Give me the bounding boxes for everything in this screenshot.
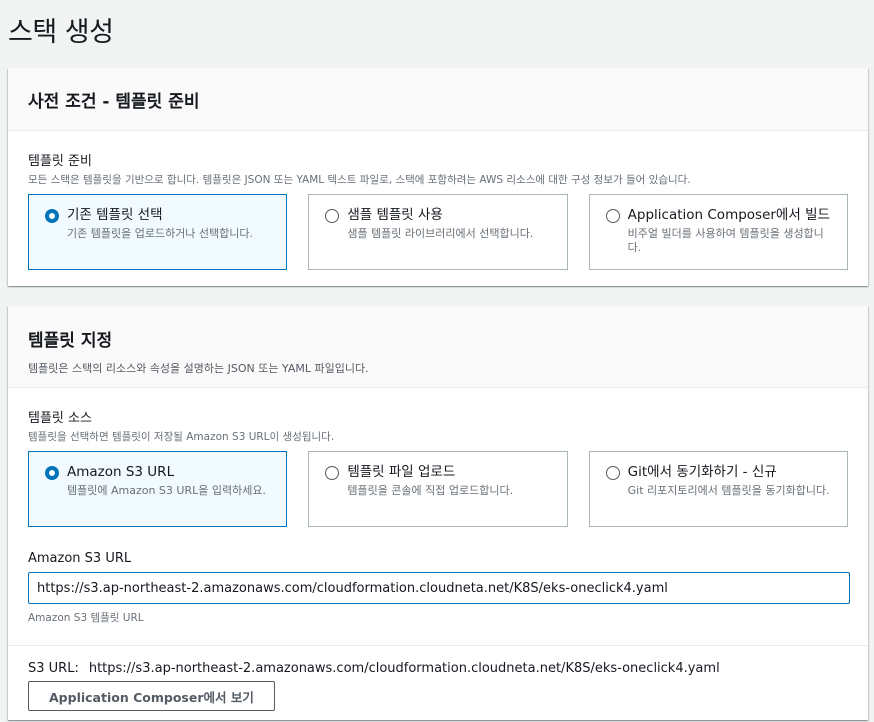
radio-unselected-icon[interactable]: [325, 466, 340, 480]
specify-template-header: 템플릿 지정 템플릿은 스택의 리소스와 속성을 설명하는 JSON 또는 YA…: [8, 306, 868, 388]
option-sample-template[interactable]: 샘플 템플릿 사용 샘플 템플릿 라이브러리에서 선택합니다.: [308, 194, 568, 270]
prepare-template-label: 템플릿 준비: [28, 154, 92, 169]
option-title: 템플릿 파일 업로드: [347, 464, 456, 480]
option-sync-from-git[interactable]: Git에서 동기화하기 - 신규 Git 리포지토리에서 템플릿을 동기화합니다…: [588, 451, 848, 527]
option-description: 기존 템플릿을 업로드하거나 선택합니다.: [67, 227, 254, 240]
radio-unselected-icon[interactable]: [325, 209, 340, 223]
s3-url-field-label: Amazon S3 URL: [28, 551, 132, 566]
option-description: 템플릿에 Amazon S3 URL을 입력하세요.: [67, 484, 266, 497]
template-source-options: Amazon S3 URL 템플릿에 Amazon S3 URL을 입력하세요.…: [28, 451, 848, 527]
s3-url-summary: S3 URL: https://s3.ap-northeast-2.amazon…: [8, 646, 868, 711]
prerequisite-title: 사전 조건 - 템플릿 준비: [28, 91, 200, 112]
option-title: Application Composer에서 빌드: [627, 207, 830, 223]
option-existing-template[interactable]: 기존 템플릿 선택 기존 템플릿을 업로드하거나 선택합니다.: [28, 194, 288, 270]
option-amazon-s3-url[interactable]: Amazon S3 URL 템플릿에 Amazon S3 URL을 입력하세요.: [28, 451, 288, 527]
option-application-composer[interactable]: Application Composer에서 빌드 비주얼 빌더를 사용하여 템…: [588, 194, 848, 270]
option-title: Amazon S3 URL: [67, 464, 175, 480]
s3-url-summary-label: S3 URL:: [28, 661, 79, 676]
radio-unselected-icon[interactable]: [605, 209, 620, 223]
option-title: 기존 템플릿 선택: [67, 207, 163, 223]
radio-selected-icon[interactable]: [45, 209, 59, 223]
specify-template-panel: 템플릿 지정 템플릿은 스택의 리소스와 속성을 설명하는 JSON 또는 YA…: [8, 306, 868, 720]
template-source-label: 템플릿 소스: [28, 411, 92, 426]
option-description: 샘플 템플릿 라이브러리에서 선택합니다.: [347, 227, 534, 240]
prerequisite-panel: 사전 조건 - 템플릿 준비 템플릿 준비 모든 스택은 템플릿을 기반으로 합…: [8, 68, 868, 286]
view-in-application-composer-button[interactable]: Application Composer에서 보기: [28, 681, 275, 711]
s3-url-hint: Amazon S3 템플릿 URL: [28, 612, 144, 624]
s3-url-summary-value: https://s3.ap-northeast-2.amazonaws.com/…: [88, 661, 720, 676]
template-source-description: 템플릿을 선택하면 템플릿이 저장될 Amazon S3 URL이 생성됩니다.: [28, 431, 335, 443]
option-title: 샘플 템플릿 사용: [347, 207, 443, 223]
specify-template-description: 템플릿은 스택의 리소스와 속성을 설명하는 JSON 또는 YAML 파일입니…: [28, 362, 369, 375]
option-description: 템플릿을 콘솔에 직접 업로드합니다.: [347, 484, 514, 497]
s3-url-input[interactable]: [28, 572, 850, 604]
radio-unselected-icon[interactable]: [605, 466, 620, 480]
prepare-template-description: 모든 스택은 템플릿을 기반으로 합니다. 템플릿은 JSON 또는 YAML …: [28, 174, 691, 186]
specify-template-title: 템플릿 지정: [28, 331, 113, 351]
page-title: 스택 생성: [8, 17, 114, 48]
option-title: Git에서 동기화하기 - 신규: [627, 464, 777, 480]
option-description: Git 리포지토리에서 템플릿을 동기화합니다.: [627, 484, 830, 497]
radio-selected-icon[interactable]: [45, 466, 59, 480]
prepare-template-options: 기존 템플릿 선택 기존 템플릿을 업로드하거나 선택합니다. 샘플 템플릿 사…: [28, 194, 848, 270]
prerequisite-body: 템플릿 준비 모든 스택은 템플릿을 기반으로 합니다. 템플릿은 JSON 또…: [8, 131, 868, 270]
prerequisite-header: 사전 조건 - 템플릿 준비: [8, 68, 868, 131]
option-upload-template-file[interactable]: 템플릿 파일 업로드 템플릿을 콘솔에 직접 업로드합니다.: [308, 451, 568, 527]
option-description: 비주얼 빌더를 사용하여 템플릿을 생성합니다.: [627, 227, 824, 254]
specify-template-body: 템플릿 소스 템플릿을 선택하면 템플릿이 저장될 Amazon S3 URL이…: [8, 388, 868, 625]
